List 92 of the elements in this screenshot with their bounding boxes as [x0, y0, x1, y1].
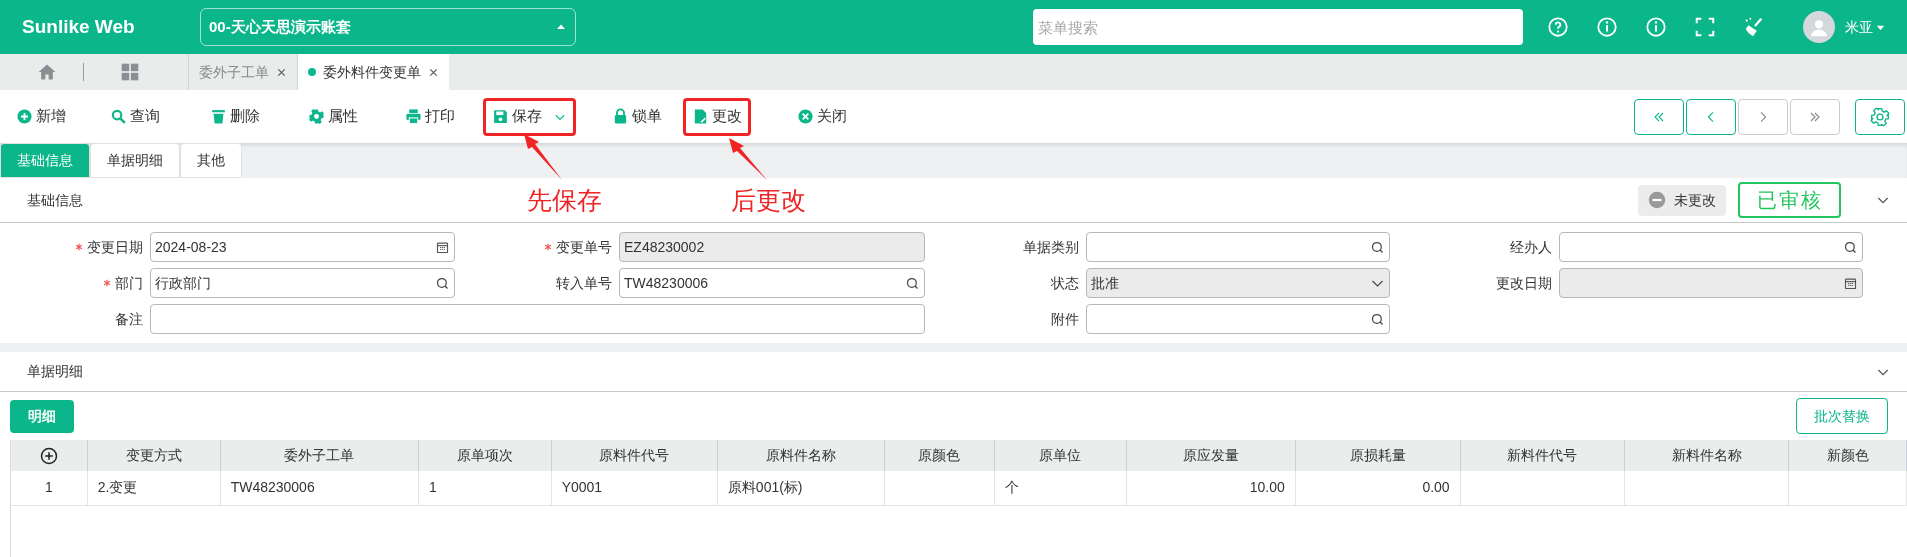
section-title: 单据明细 [27, 362, 83, 381]
status-select[interactable]: 批准 [1086, 268, 1390, 298]
annotation-text: 先保存 [527, 185, 602, 215]
add-circle-icon[interactable] [39, 446, 58, 465]
close-circle-icon [797, 108, 814, 125]
approval-stamp: 已审核 [1738, 182, 1841, 218]
input-field[interactable] [1086, 232, 1390, 262]
fullscreen-icon[interactable] [1694, 16, 1716, 38]
lock-icon [612, 108, 629, 125]
column-header: 原单位 [994, 440, 1127, 471]
page-tab[interactable]: 委外料件变更单 [297, 54, 449, 90]
input-field[interactable] [150, 304, 925, 334]
field-label: 部门 [115, 273, 143, 293]
printer-icon [405, 108, 422, 125]
nav-button[interactable] [1634, 98, 1684, 135]
trash-icon [210, 108, 227, 125]
settings-button[interactable] [1855, 98, 1905, 135]
toolbar-button[interactable]: 打印 [403, 97, 457, 136]
arrow [729, 138, 767, 180]
table-cell: 个 [994, 471, 1127, 505]
broom-icon[interactable] [1743, 16, 1765, 38]
close-icon[interactable] [428, 66, 439, 78]
table-cell: 0.00 [1295, 471, 1461, 505]
toolbar-button[interactable]: 保存 [483, 97, 576, 136]
info-icon[interactable] [1645, 16, 1667, 38]
toolbar-button[interactable]: 删除 [208, 97, 262, 136]
app-logo: Sunlike Web [22, 14, 136, 39]
table-cell: 原料001(标) [717, 471, 885, 505]
field-label: 变更单号 [556, 237, 612, 257]
menu-search-field[interactable]: 菜单搜索 [1033, 9, 1523, 45]
table-cell: 10.00 [1126, 471, 1296, 505]
close-icon[interactable] [276, 66, 287, 78]
search-icon [1370, 239, 1385, 255]
toolbar-button[interactable]: 查询 [108, 97, 162, 136]
search-icon [110, 108, 127, 125]
table-cell: Y0001 [551, 471, 718, 505]
column-header: 新颜色 [1788, 440, 1907, 471]
search-icon [905, 275, 920, 291]
plus-circle-icon [16, 108, 33, 125]
column-header: 委外子工单 [220, 440, 419, 471]
field-label: 单据类别 [1023, 237, 1079, 257]
field-label: 状态 [1051, 273, 1079, 293]
gear-icon [308, 108, 325, 125]
column-header: 原颜色 [884, 440, 995, 471]
input-field[interactable] [1559, 232, 1863, 262]
input-field[interactable] [1086, 304, 1390, 334]
table-cell: 1 [418, 471, 552, 505]
field-label: 经办人 [1510, 237, 1552, 257]
search-icon [1370, 311, 1385, 327]
settings-icon [1870, 106, 1890, 127]
field-label: 更改日期 [1496, 273, 1552, 293]
field-label: 转入单号 [556, 273, 612, 293]
field-label: 变更日期 [87, 237, 143, 257]
info-icon[interactable] [1596, 16, 1618, 38]
change-status-badge: 未更改 [1638, 184, 1726, 216]
calendar-icon [1843, 275, 1858, 291]
toolbar-button[interactable]: 属性 [306, 97, 360, 136]
toolbar-button[interactable]: 更改 [683, 97, 751, 136]
row-number: 1 [11, 471, 88, 505]
calendar-icon [435, 239, 450, 255]
nav-button[interactable] [1686, 98, 1736, 135]
column-header: 原单项次 [418, 440, 552, 471]
document-icon [692, 108, 709, 125]
input-field[interactable]: 行政部门 [150, 268, 455, 298]
field-label: 附件 [1051, 309, 1079, 329]
column-header: 原料件代号 [551, 440, 718, 471]
search-icon [1843, 239, 1858, 255]
column-header: 原料件名称 [717, 440, 885, 471]
table-cell: 2.变更 [87, 471, 221, 505]
annotation-text: 后更改 [731, 185, 806, 215]
column-header: 变更方式 [87, 440, 221, 471]
grid-icon[interactable] [120, 62, 140, 82]
column-header: 原应发量 [1126, 440, 1296, 471]
help-icon[interactable] [1547, 16, 1569, 38]
home-icon[interactable] [37, 62, 57, 82]
avatar-icon[interactable] [1803, 11, 1835, 43]
field-label: 备注 [115, 309, 143, 329]
toolbar-button[interactable]: 新增 [14, 97, 68, 136]
input-field[interactable]: TW48230006 [619, 268, 925, 298]
input-field[interactable]: EZ48230002 [619, 232, 925, 262]
toolbar-button[interactable]: 锁单 [610, 97, 664, 136]
toolbar-button[interactable]: 关闭 [795, 97, 849, 136]
column-header: 新料件代号 [1460, 440, 1625, 471]
section-tab[interactable]: 单据明细 [90, 143, 180, 178]
section-tab[interactable]: 其他 [180, 143, 242, 178]
column-header: 新料件名称 [1624, 440, 1789, 471]
input-field[interactable]: 2024-08-23 [150, 232, 455, 262]
section-title: 基础信息 [27, 190, 83, 210]
table-cell: TW48230006 [220, 471, 419, 505]
column-header: 原损耗量 [1295, 440, 1461, 471]
search-icon [435, 275, 450, 291]
input-field[interactable] [1559, 268, 1863, 298]
